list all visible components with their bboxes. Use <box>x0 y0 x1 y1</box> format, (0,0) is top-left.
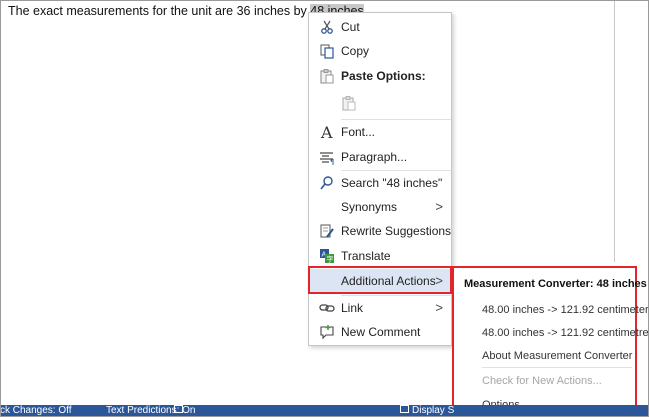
paste-keep-text-button[interactable] <box>309 91 451 115</box>
menu-item-link[interactable]: Link > <box>309 296 451 320</box>
menu-item-synonyms-label: Synonyms <box>341 200 398 214</box>
pencil-document-icon <box>319 223 335 239</box>
menu-item-copy-label: Copy <box>341 44 370 58</box>
menu-item-search-label: Search "48 inches" <box>341 176 443 190</box>
scissors-icon <box>319 19 335 35</box>
submenu-header: Measurement Converter: 48 inches <box>454 274 647 296</box>
submenu-separator <box>482 367 632 368</box>
track-changes-status[interactable]: ck Changes: Off <box>0 405 72 417</box>
context-menu: Cut Copy Paste Options: A Font... ¶ Para… <box>308 12 452 346</box>
menu-item-new-comment-label: New Comment <box>341 325 421 339</box>
additional-actions-submenu: Measurement Converter: 48 inches 48.00 i… <box>452 266 649 416</box>
chevron-right-icon: > <box>435 300 443 315</box>
submenu-item-centimetres-label: 48.00 inches -> 121.92 centimetres <box>482 327 649 339</box>
paragraph-icon: ¶ <box>319 149 335 165</box>
menu-item-new-comment[interactable]: New Comment <box>309 320 451 344</box>
submenu-item-centimeters-label: 48.00 inches -> 121.92 centimeters <box>482 304 649 316</box>
link-icon <box>319 300 335 316</box>
translate-icon: A字 <box>319 248 335 264</box>
menu-item-font-label: Font... <box>341 125 376 139</box>
menu-item-copy[interactable]: Copy <box>309 39 451 63</box>
menu-item-translate-label: Translate <box>341 249 391 263</box>
menu-item-paste-options: Paste Options: <box>309 64 451 88</box>
display-settings-status[interactable]: Display S <box>412 405 454 417</box>
menu-item-font[interactable]: A Font... <box>309 120 451 144</box>
menu-item-link-label: Link <box>341 301 364 315</box>
submenu-item-check-actions: Check for New Actions... <box>454 371 635 393</box>
submenu-header-label: Measurement Converter: 48 inches <box>464 278 647 290</box>
search-icon <box>319 175 335 191</box>
submenu-item-centimetres[interactable]: 48.00 inches -> 121.92 centimetres <box>454 323 649 345</box>
comment-icon <box>319 324 335 340</box>
display-settings-icon[interactable] <box>400 405 409 413</box>
menu-item-rewrite-label: Rewrite Suggestions <box>341 224 452 238</box>
menu-item-search[interactable]: Search "48 inches" <box>309 171 451 195</box>
document-text-plain: The exact measurements for the unit are … <box>8 4 311 18</box>
menu-item-paragraph-label: Paragraph... <box>341 150 408 164</box>
menu-item-paragraph[interactable]: ¶ Paragraph... <box>309 145 451 169</box>
paste-clipboard-icon <box>341 95 357 111</box>
menu-item-paste-options-label: Paste Options: <box>341 69 426 83</box>
submenu-item-about[interactable]: About Measurement Converter <box>454 346 635 368</box>
additional-actions-highlight <box>308 266 452 294</box>
menu-item-translate[interactable]: A字 Translate <box>309 244 451 268</box>
page-right-margin <box>614 0 649 262</box>
submenu-item-centimeters[interactable]: 48.00 inches -> 121.92 centimeters <box>454 300 649 322</box>
submenu-item-check-actions-label: Check for New Actions... <box>482 375 602 387</box>
status-bar: ck Changes: Off Text Predictions: On Dis… <box>0 405 649 417</box>
copy-icon <box>319 43 335 59</box>
svg-text:¶: ¶ <box>330 158 334 165</box>
menu-item-cut-label: Cut <box>341 20 360 34</box>
accessibility-icon[interactable] <box>174 405 183 413</box>
svg-text:A: A <box>320 124 333 140</box>
font-icon: A <box>319 124 335 140</box>
menu-item-rewrite[interactable]: Rewrite Suggestions <box>309 219 451 243</box>
menu-item-synonyms[interactable]: Synonyms > <box>309 195 451 219</box>
clipboard-icon <box>319 68 335 84</box>
svg-text:字: 字 <box>327 255 334 264</box>
submenu-item-about-label: About Measurement Converter <box>482 350 633 362</box>
menu-item-cut[interactable]: Cut <box>309 15 451 39</box>
chevron-right-icon: > <box>435 199 443 214</box>
